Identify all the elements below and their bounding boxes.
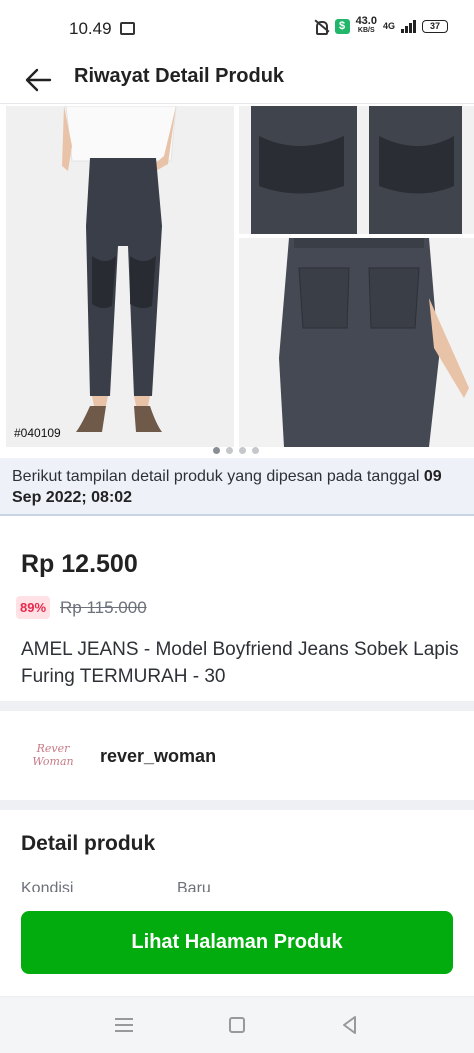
back-button[interactable] xyxy=(22,64,54,96)
gallery-dot[interactable] xyxy=(239,447,246,454)
product-photo-main[interactable] xyxy=(6,106,234,447)
arrow-left-icon xyxy=(25,68,52,92)
original-price: Rp 115.000 xyxy=(60,597,147,617)
dollar-app-icon: $ xyxy=(334,18,350,34)
product-price: Rp 12.500 xyxy=(21,550,138,578)
seller-name[interactable]: rever_woman xyxy=(100,746,216,767)
detail-row-condition: Kondisi Baru xyxy=(0,876,474,892)
gallery-dot[interactable] xyxy=(213,447,220,454)
view-product-page-button[interactable]: Lihat Halaman Produk xyxy=(21,911,453,974)
seller-logo-text: Rever Woman xyxy=(32,742,74,768)
gallery-pagination xyxy=(213,447,259,454)
gallery-dot[interactable] xyxy=(226,447,233,454)
battery-icon: 37 xyxy=(422,19,448,33)
status-time: 10.49 xyxy=(69,19,112,38)
app-header: Riwayat Detail Produk xyxy=(0,56,474,104)
bottom-action-bar: Lihat Halaman Produk xyxy=(0,892,474,996)
status-icons: $ 43.0 KB/S 4G 37 xyxy=(313,15,448,35)
network-speed-unit: KB/S xyxy=(357,27,375,34)
discount-row: 89% Rp 115.000 xyxy=(16,596,147,619)
system-nav-bar xyxy=(0,996,474,1053)
product-photo-detail[interactable] xyxy=(239,106,474,234)
section-divider xyxy=(0,701,474,711)
network-type: 4G xyxy=(382,21,395,31)
order-info-text: Berikut tampilan detail produk yang dipe… xyxy=(12,468,424,485)
product-gallery[interactable]: #040109 xyxy=(0,104,474,457)
gallery-dot[interactable] xyxy=(252,447,259,454)
order-info-banner: Berikut tampilan detail produk yang dipe… xyxy=(0,458,474,516)
detail-title: Detail produk xyxy=(21,832,156,855)
page-title: Riwayat Detail Produk xyxy=(74,65,285,87)
network-speed: 43.0 KB/S xyxy=(355,15,377,35)
status-bar: 10.49 $ 43.0 KB/S 4G 37 xyxy=(0,0,474,56)
signal-icon xyxy=(401,19,416,33)
photo-tag: #040109 xyxy=(14,426,61,440)
home-icon[interactable] xyxy=(229,1017,245,1033)
condition-value: Baru xyxy=(177,880,211,892)
product-photo-back[interactable] xyxy=(239,238,474,447)
condition-label: Kondisi xyxy=(21,880,74,892)
notification-icon xyxy=(120,22,135,35)
discount-badge: 89% xyxy=(16,596,51,619)
network-speed-value: 43.0 xyxy=(355,15,377,27)
recent-apps-icon[interactable] xyxy=(115,1018,133,1032)
back-triangle-icon[interactable] xyxy=(340,1015,360,1035)
product-name: AMEL JEANS - Model Boyfriend Jeans Sobek… xyxy=(21,639,459,687)
section-divider xyxy=(0,800,474,810)
seller-logo[interactable]: Rever Woman xyxy=(22,742,84,772)
mute-icon xyxy=(313,19,329,35)
